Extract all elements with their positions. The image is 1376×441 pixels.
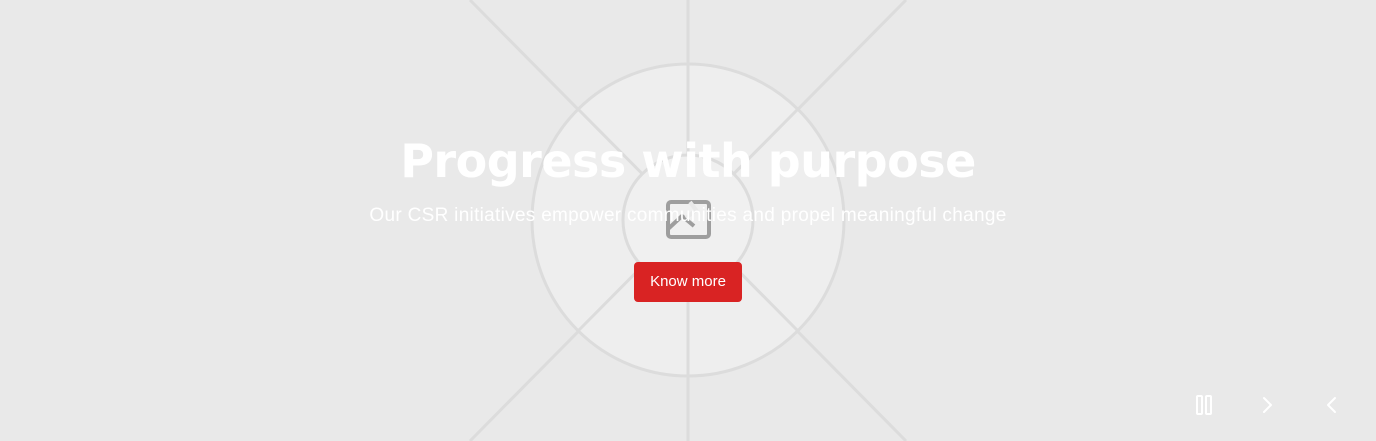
- hero-subline: Our CSR initiatives empower communities …: [369, 205, 1007, 226]
- hero-headline: Progress with purpose: [400, 134, 976, 188]
- chevron-right-icon: [1263, 397, 1272, 413]
- hero-content: Progress with purpose Our CSR initiative…: [0, 0, 1376, 441]
- previous-slide-button[interactable]: [1317, 390, 1347, 420]
- next-slide-button[interactable]: [1252, 390, 1282, 420]
- hero-banner: Progress with purpose Our CSR initiative…: [0, 0, 1376, 441]
- chevron-left-icon: [1327, 397, 1336, 413]
- pause-icon: [1196, 395, 1212, 415]
- pause-button[interactable]: [1189, 390, 1219, 420]
- know-more-button[interactable]: Know more: [634, 262, 742, 302]
